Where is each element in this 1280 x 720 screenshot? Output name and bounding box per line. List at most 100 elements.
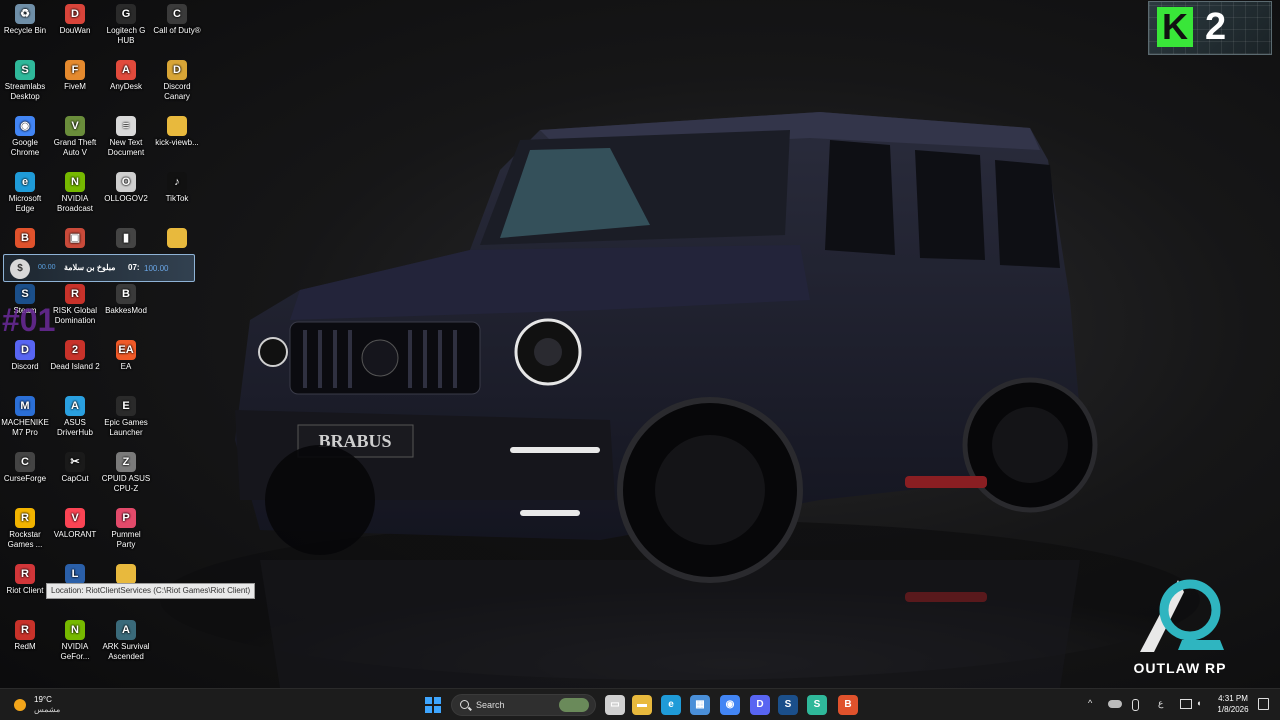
- desktop-icon[interactable]: O OLLOGOV2: [101, 168, 151, 222]
- desktop-icon-label: Dead Island 2: [50, 362, 100, 371]
- chrome-icon[interactable]: ◉: [720, 695, 740, 715]
- rockstar-icon: R: [15, 508, 35, 528]
- desktop-icon-label: Rockstar Games ...: [7, 530, 43, 549]
- brave-icon[interactable]: B: [838, 695, 858, 715]
- desktop-icon[interactable]: ✂ CapCut: [50, 448, 100, 502]
- desktop-icon[interactable]: S Streamlabs Desktop: [0, 56, 50, 110]
- desktop-icon[interactable]: P Pummel Party: [101, 504, 151, 558]
- desktop-icon[interactable]: D DouWan: [50, 0, 100, 54]
- start-button[interactable]: [425, 697, 441, 713]
- desktop-icon[interactable]: B BakkesMod: [101, 280, 151, 334]
- desktop-icon-label: BakkesMod: [105, 306, 147, 315]
- pummel-party-icon: P: [116, 508, 136, 528]
- taskbar-search-box[interactable]: Search: [451, 694, 596, 716]
- desktop-icon[interactable]: E Epic Games Launcher: [101, 392, 151, 446]
- coin-icon: $: [10, 259, 30, 279]
- k2-logo-number: 2: [1205, 6, 1227, 48]
- dead-island-icon: 2: [65, 340, 85, 360]
- desktop-icon-label: Discord: [11, 362, 39, 371]
- desktop-icon[interactable]: G Logitech G HUB: [101, 0, 151, 54]
- desktop-icon[interactable]: 2 Dead Island 2: [50, 336, 100, 390]
- edge-icon[interactable]: e: [661, 695, 681, 715]
- asus-driverhub-icon: A: [65, 396, 85, 416]
- weather-temperature: 19°C: [34, 695, 52, 704]
- microphone-icon[interactable]: [1132, 699, 1139, 711]
- desktop-icon-label: ASUS DriverHub: [56, 418, 93, 437]
- desktop-icon[interactable]: A ARK Survival Ascended: [101, 616, 151, 670]
- weather-widget[interactable]: 19°C مشمس: [12, 694, 92, 716]
- desktop-icon-label: AnyDesk: [109, 82, 142, 91]
- taskbar: 19°C مشمس Search ▭ ▬ e ▦ ◉ D S S B ^ ع ◖ 4:31 PM…: [0, 688, 1280, 720]
- desktop-icon[interactable]: N NVIDIA GeFor...: [50, 616, 100, 670]
- desktop-icon[interactable]: M MACHENIKE M7 Pro: [0, 392, 50, 446]
- network-icon[interactable]: [1180, 699, 1192, 709]
- desktop-icon-label: EA: [120, 362, 132, 371]
- steam-icon: S: [15, 284, 35, 304]
- recycle-bin-icon: ♻: [15, 4, 35, 24]
- desktop-icon-label: RISK Global Domination: [52, 306, 98, 325]
- desktop-icon[interactable]: R Riot Client: [0, 560, 50, 614]
- system-clock[interactable]: 4:31 PM 1/8/2026: [1210, 693, 1256, 715]
- task-view-icon[interactable]: ▭: [605, 695, 625, 715]
- discord-icon[interactable]: D: [750, 695, 770, 715]
- notification-icon[interactable]: [1258, 698, 1269, 710]
- desktop-icon[interactable]: A ASUS DriverHub: [50, 392, 100, 446]
- desktop-icon[interactable]: C Call of Duty®: [152, 0, 202, 54]
- file-explorer-icon[interactable]: ▬: [632, 695, 652, 715]
- folder-icon: [167, 228, 187, 248]
- desktop-icon[interactable]: R RedM: [0, 616, 50, 670]
- nvidia-broadcast-icon: N: [65, 172, 85, 192]
- folder-icon: [167, 116, 187, 136]
- weather-condition: مشمس: [34, 705, 61, 714]
- desktop-icon[interactable]: ≡ New Text Document: [101, 112, 151, 166]
- desktop-icon-label: Discord Canary: [163, 82, 191, 101]
- desktop-icon[interactable]: F FiveM: [50, 56, 100, 110]
- onedrive-icon[interactable]: [1108, 700, 1122, 708]
- desktop-icon[interactable]: kick-viewb...: [152, 112, 202, 166]
- streamlabs-icon[interactable]: S: [807, 695, 827, 715]
- donation-amount-left: 00.00: [38, 264, 56, 271]
- volume-icon[interactable]: ◖: [1196, 698, 1201, 708]
- ollogo-icon: O: [116, 172, 136, 192]
- donation-time: 07:: [128, 263, 140, 272]
- desktop-icon[interactable]: D Discord Canary: [152, 56, 202, 110]
- desktop-icon[interactable]: R Rockstar Games ...: [0, 504, 50, 558]
- k2-logo-letter: K: [1157, 7, 1193, 47]
- desktop-icon-label: NVIDIA GeFor...: [60, 642, 90, 661]
- desktop-icon[interactable]: ◉ Google Chrome: [0, 112, 50, 166]
- capcut-icon: ✂: [65, 452, 85, 472]
- fivem-icon: F: [65, 60, 85, 80]
- desktop-icon[interactable]: e Microsoft Edge: [0, 168, 50, 222]
- desktop-icon[interactable]: ♪ TikTok: [152, 168, 202, 222]
- microsoft-store-icon[interactable]: ▦: [690, 695, 710, 715]
- search-highlight-icon: [559, 698, 589, 712]
- language-indicator[interactable]: ع: [1158, 698, 1163, 709]
- donor-name: مبلوخ بن سلامة: [64, 263, 116, 272]
- tiktok-icon: ♪: [167, 172, 187, 192]
- desktop-icon-label: Riot Client: [6, 586, 44, 595]
- icon-tooltip: Location: RiotClientServices (C:\Riot Ga…: [46, 583, 256, 599]
- douwan-icon: D: [65, 4, 85, 24]
- desktop-icon[interactable]: A AnyDesk: [101, 56, 151, 110]
- desktop-icon-label: New Text Document: [107, 138, 145, 157]
- text-document-icon: ≡: [116, 116, 136, 136]
- desktop-icon[interactable]: D Discord: [0, 336, 50, 390]
- desktop-icon[interactable]: EA EA: [101, 336, 151, 390]
- desktop-icon[interactable]: N NVIDIA Broadcast: [50, 168, 100, 222]
- desktop-icon[interactable]: ♻ Recycle Bin: [0, 0, 50, 54]
- app-icon: ▣: [65, 228, 85, 248]
- desktop-icon-label: Grand Theft Auto V: [53, 138, 97, 157]
- desktop-icon[interactable]: Z CPUID ASUS CPU-Z: [101, 448, 151, 502]
- desktop-icon[interactable]: V VALORANT: [50, 504, 100, 558]
- donation-amount-right: 100.00: [144, 264, 169, 273]
- desktop-icon[interactable]: V Grand Theft Auto V: [50, 112, 100, 166]
- ark-icon: A: [116, 620, 136, 640]
- desktop-icon[interactable]: R RISK Global Domination: [50, 280, 100, 334]
- desktop-icon-label: DouWan: [59, 26, 91, 35]
- rocket-league-icon: L: [65, 564, 85, 584]
- desktop-icon-label: FiveM: [64, 82, 86, 91]
- epic-games-icon: E: [116, 396, 136, 416]
- desktop-icon[interactable]: C CurseForge: [0, 448, 50, 502]
- steam-icon[interactable]: S: [778, 695, 798, 715]
- tray-overflow-chevron[interactable]: ^: [1088, 698, 1092, 708]
